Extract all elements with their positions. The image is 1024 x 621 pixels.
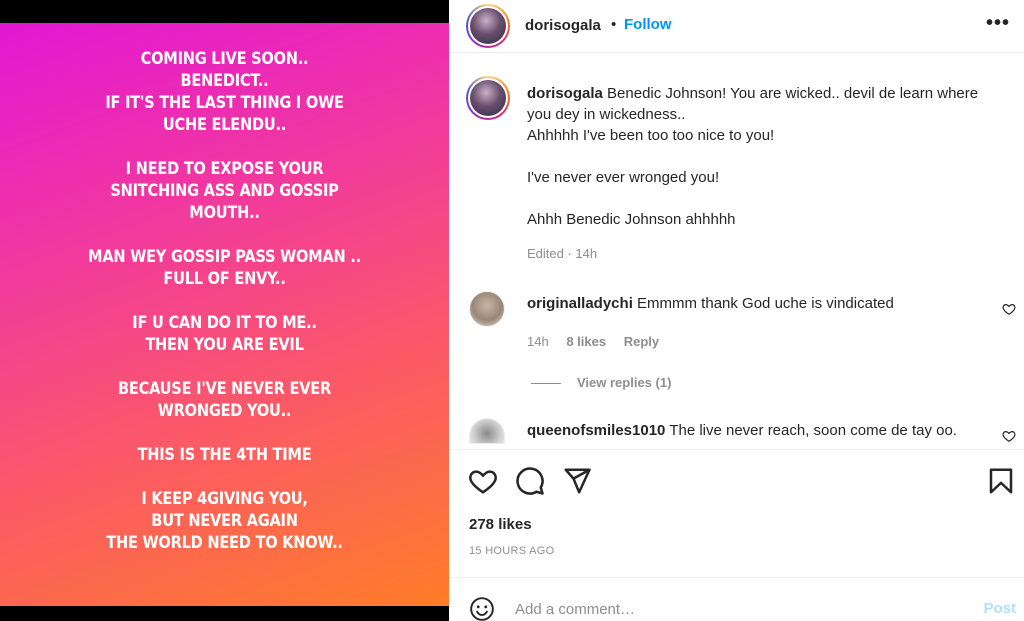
story-text: COMING LIVE SOON.. BENEDICT.. IF IT'S THE …: [31, 48, 417, 576]
comment-time: 14h: [527, 334, 549, 349]
avatar[interactable]: [466, 4, 510, 48]
like-icon[interactable]: [468, 466, 498, 496]
reply-button[interactable]: Reply: [624, 334, 659, 349]
add-comment-bar: Post: [449, 577, 1024, 621]
story-text-line: I NEED TO EXPOSE YOUR: [125, 159, 324, 179]
story-text-block: BECAUSE I'VE NEVER EVER WRONGED YOU..: [31, 378, 417, 422]
caption-line-3: I've never ever wronged you!: [527, 169, 720, 186]
story-text-line: THIS IS THE 4TH TIME: [137, 445, 312, 465]
comment-input[interactable]: [515, 598, 955, 620]
story-text-line: BUT NEVER AGAIN: [151, 511, 298, 531]
story-text-line: COMING LIVE SOON..: [140, 49, 309, 69]
story-text-line: WRONGED YOU..: [157, 401, 292, 421]
story-text-line: THEN YOU ARE EVIL: [145, 335, 304, 355]
post-time: 15 HOURS AGO: [469, 545, 555, 557]
caption-text: dorisogala Benedic Johnson! You are wick…: [527, 83, 987, 230]
story-text-block: I NEED TO EXPOSE YOUR SNITCHING ASS AND G…: [31, 158, 417, 224]
story-text-block: IF U CAN DO IT TO ME.. THEN YOU ARE EVIL: [31, 312, 417, 356]
story-text-line: BENEDICT..: [180, 71, 269, 91]
post-button[interactable]: Post: [983, 600, 1016, 617]
more-options-icon[interactable]: •••: [986, 12, 1010, 35]
comment-username[interactable]: queenofsmiles1010: [527, 422, 665, 439]
comment-avatar[interactable]: [469, 418, 505, 444]
comment-text: queenofsmiles1010 The live never reach, …: [527, 422, 957, 439]
story-text-block: I KEEP 4GIVING YOU, BUT NEVER AGAIN THE WO…: [31, 488, 417, 554]
story-text-line: BECAUSE I'VE NEVER EVER: [117, 379, 331, 399]
comment-body: The live never reach, soon come de tay o…: [669, 422, 957, 439]
heart-icon[interactable]: [1002, 302, 1016, 316]
story-text-line: UCHE ELENDU..: [162, 115, 287, 135]
post-actions: 278 likes 15 HOURS AGO: [449, 449, 1024, 576]
comment-meta: 14h 8 likes Reply: [527, 334, 673, 349]
story-text-line: I KEEP 4GIVING YOU,: [141, 489, 308, 509]
bookmark-icon[interactable]: [986, 466, 1016, 496]
comment-username[interactable]: originalladychi: [527, 295, 633, 312]
story-image: COMING LIVE SOON.. BENEDICT.. IF IT'S THE …: [0, 23, 449, 606]
story-text-line: THE WORLD NEED TO KNOW..: [106, 533, 343, 553]
follow-button[interactable]: Follow: [624, 16, 672, 33]
likes-count[interactable]: 278 likes: [469, 516, 532, 533]
post-header: dorisogala • Follow •••: [449, 0, 1024, 53]
story-text-line: SNITCHING ASS AND GOSSIP: [110, 181, 339, 201]
story-text-line: FULL OF ENVY..: [163, 269, 286, 289]
comment-likes[interactable]: 8 likes: [566, 334, 606, 349]
share-icon[interactable]: [562, 466, 592, 496]
caption-username[interactable]: dorisogala: [527, 85, 603, 102]
heart-icon[interactable]: [1002, 429, 1016, 443]
post-panel: dorisogala • Follow ••• dorisogala Bened…: [449, 0, 1024, 621]
separator-dot: •: [611, 16, 617, 33]
view-replies-label: View replies (1): [577, 375, 672, 390]
replies-line: [531, 383, 561, 385]
comment-icon[interactable]: [515, 466, 545, 496]
story-text-line: MAN WEY GOSSIP PASS WOMAN ..: [88, 247, 361, 267]
comment-body: Emmmm thank God uche is vindicated: [637, 295, 894, 312]
view-replies-button[interactable]: View replies (1): [531, 375, 671, 390]
comment-avatar[interactable]: [469, 291, 505, 327]
story-text-block: MAN WEY GOSSIP PASS WOMAN .. FULL OF ENVY…: [31, 246, 417, 290]
caption-line-2: Ahhhhh I've been too too nice to you!: [527, 127, 775, 144]
header-username[interactable]: dorisogala: [525, 17, 601, 34]
story-text-line: IF U CAN DO IT TO ME..: [132, 313, 317, 333]
story-text-block: COMING LIVE SOON.. BENEDICT.. IF IT'S THE …: [31, 48, 417, 136]
caption-avatar[interactable]: [466, 76, 510, 120]
caption-line-4: Ahhh Benedic Johnson ahhhhh: [527, 211, 736, 228]
emoji-icon[interactable]: [469, 596, 495, 621]
caption-meta: Edited · 14h: [527, 246, 598, 261]
story-text-block: THIS IS THE 4TH TIME: [31, 444, 417, 466]
comment-text: originalladychi Emmmm thank God uche is …: [527, 295, 894, 312]
story-text-line: MOUTH..: [189, 203, 260, 223]
post-media: COMING LIVE SOON.. BENEDICT.. IF IT'S THE …: [0, 0, 449, 621]
story-text-line: IF IT'S THE LAST THING I OWE: [105, 93, 344, 113]
